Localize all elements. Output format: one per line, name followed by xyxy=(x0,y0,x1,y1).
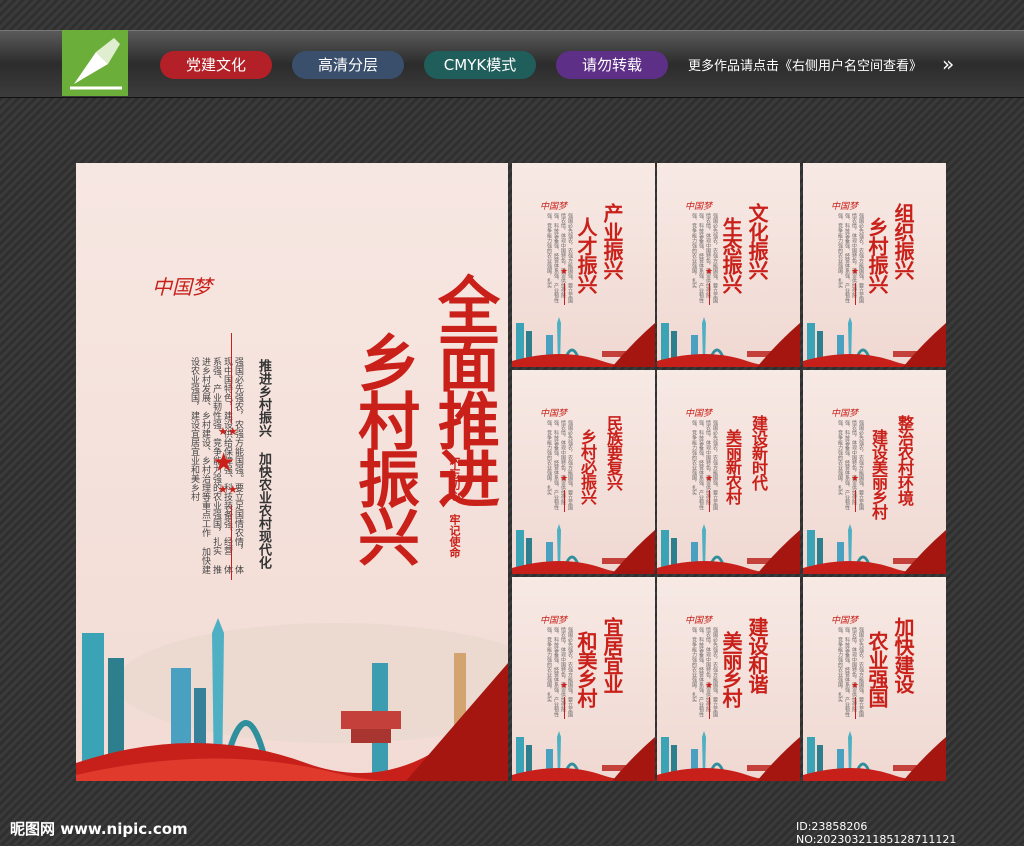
star-icon: ★ xyxy=(851,267,860,277)
divider-line xyxy=(564,490,565,512)
main-title-col2: 乡村振兴 xyxy=(347,331,420,563)
panel-body-text: 强国必先强农，农强方能国强。要立足国情农情，体现中国特色，建设供给保障强、科技装… xyxy=(691,627,719,717)
star-icon: ★ xyxy=(851,474,860,484)
slogan-poster-1: 中国梦 强国必先强农，农强方能国强。要立足国情农情，体现中国特色，建设供给保障强、… xyxy=(512,163,655,367)
panel-title-col1: 产业振兴 xyxy=(600,203,624,279)
panel-body-text: 强国必先强农，农强方能国强。要立足国情农情，体现中国特色，建设供给保障强、科技装… xyxy=(546,213,574,303)
panel-title-col1: 加快建设 xyxy=(891,617,915,693)
panel-title-col2: 乡村必振兴 xyxy=(578,429,597,504)
star-icon: ★ xyxy=(560,267,569,277)
panel-title-col2: 生态振兴 xyxy=(719,217,743,293)
divider-line xyxy=(564,697,565,719)
china-dream-brand: 中国梦 xyxy=(685,202,713,212)
panel-title-col2: 和美乡村 xyxy=(574,631,598,707)
star-icon: ★★ xyxy=(218,425,238,438)
motto: 不忘初心 牢记使命 xyxy=(448,457,461,558)
panel-title-col2: 人才振兴 xyxy=(574,217,598,293)
china-dream-brand: 中国梦 xyxy=(831,202,859,212)
slogan-poster-7: 中国梦 强国必先强农，农强方能国强。要立足国情农情，体现中国特色，建设供给保障强、… xyxy=(512,577,655,781)
china-dream-brand: 中国梦 xyxy=(831,409,859,419)
panel-body-text: 强国必先强农，农强方能国强。要立足国情农情，体现中国特色，建设供给保障强、科技装… xyxy=(837,213,865,303)
panel-title-col1: 建设新时代 xyxy=(749,415,768,490)
tag-hd-layered[interactable]: 高清分层 xyxy=(292,51,404,79)
panel-body-text: 强国必先强农，农强方能国强。要立足国情农情，体现中国特色，建设供给保障强、科技装… xyxy=(837,627,865,717)
tag-party-culture[interactable]: 党建文化 xyxy=(160,51,272,79)
site-watermark: 昵图网 www.nipic.com xyxy=(10,820,188,838)
panel-body-text: 强国必先强农，农强方能国强。要立足国情农情，体现中国特色，建设供给保障强、科技装… xyxy=(546,420,574,510)
star-icon: ★ xyxy=(851,681,860,691)
slogan-poster-6: 中国梦 强国必先强农，农强方能国强。要立足国情农情，体现中国特色，建设供给保障强、… xyxy=(803,370,946,574)
divider-line xyxy=(564,283,565,305)
china-dream-brand: 中国梦 xyxy=(540,202,568,212)
slogan-poster-3: 中国梦 强国必先强农，农强方能国强。要立足国情农情，体现中国特色，建设供给保障强、… xyxy=(803,163,946,367)
tag-cmyk[interactable]: CMYK模式 xyxy=(424,51,536,79)
header-note[interactable]: 更多作品请点击《右侧用户名空间查看》 xyxy=(688,55,922,74)
panel-title-col2: 美丽乡村 xyxy=(719,631,743,707)
slogan-poster-4: 中国梦 强国必先强农，农强方能国强。要立足国情农情，体现中国特色，建设供给保障强、… xyxy=(512,370,655,574)
divider-line xyxy=(709,283,710,305)
china-dream-brand: 中国梦 xyxy=(540,409,568,419)
panel-title-col1: 整治农村环境 xyxy=(895,415,914,505)
divider-line xyxy=(231,333,232,423)
star-icon: ★ xyxy=(705,267,714,277)
star-icon: ★ xyxy=(705,681,714,691)
panel-body-text: 强国必先强农，农强方能国强。要立足国情农情，体现中国特色，建设供给保障强、科技装… xyxy=(691,213,719,303)
main-poster: 中国梦 全面推进 乡村振兴 推进乡村振兴 加快农业农村现代化 强国必先强农，农强… xyxy=(76,163,508,781)
slogan-poster-8: 中国梦 强国必先强农，农强方能国强。要立足国情农情，体现中国特色，建设供给保障强、… xyxy=(657,577,800,781)
panel-title-col2: 美丽新农村 xyxy=(723,429,742,504)
divider-line xyxy=(709,697,710,719)
pen-logo-icon xyxy=(70,38,122,90)
panel-title-col1: 组织振兴 xyxy=(891,203,915,279)
china-dream-brand: 中国梦 xyxy=(540,616,568,626)
panel-title-col1: 建设和谐 xyxy=(745,617,769,693)
china-dream-brand: 中国梦 xyxy=(685,409,713,419)
china-dream-brand: 中国梦 xyxy=(152,275,212,299)
divider-line xyxy=(231,505,232,580)
tag-no-repost[interactable]: 请勿转载 xyxy=(556,51,668,79)
panel-title-col1: 宜居宜业 xyxy=(600,617,624,693)
star-icon: ★ xyxy=(560,474,569,484)
divider-line xyxy=(855,283,856,305)
panel-title-col2: 建设美丽乡村 xyxy=(869,429,888,519)
site-logo[interactable] xyxy=(62,30,128,96)
slogan-poster-9: 中国梦 强国必先强农，农强方能国强。要立足国情农情，体现中国特色，建设供给保障强、… xyxy=(803,577,946,781)
star-icon: ★ xyxy=(560,681,569,691)
star-icon: ★ xyxy=(212,448,236,478)
slogan-poster-2: 中国梦 强国必先强农，农强方能国强。要立足国情农情，体现中国特色，建设供给保障强、… xyxy=(657,163,800,367)
panel-body-text: 强国必先强农，农强方能国强。要立足国情农情，体现中国特色，建设供给保障强、科技装… xyxy=(837,420,865,510)
star-icon: ★★ xyxy=(218,483,238,496)
panel-body-text: 强国必先强农，农强方能国强。要立足国情农情，体现中国特色，建设供给保障强、科技装… xyxy=(546,627,574,717)
panel-body-text: 强国必先强农，农强方能国强。要立足国情农情，体现中国特色，建设供给保障强、科技装… xyxy=(691,420,719,510)
main-title-col1: 全面推进 xyxy=(427,273,500,505)
main-slogan: 推进乡村振兴 加快农业农村现代化 xyxy=(256,359,271,569)
panel-title-col1: 文化振兴 xyxy=(745,203,769,279)
divider-line xyxy=(855,697,856,719)
image-id: ID:23858206 NO:20230321185128711121 xyxy=(796,820,957,846)
divider-line xyxy=(855,490,856,512)
star-icon: ★ xyxy=(705,474,714,484)
panel-title-col2: 乡村振兴 xyxy=(865,217,889,293)
panel-title-col2: 农业强国 xyxy=(865,631,889,707)
double-arrow-icon[interactable]: » xyxy=(942,52,954,76)
divider-line xyxy=(709,490,710,512)
slogan-poster-5: 中国梦 强国必先强农，农强方能国强。要立足国情农情，体现中国特色，建设供给保障强、… xyxy=(657,370,800,574)
panel-title-col1: 民族要复兴 xyxy=(604,415,623,490)
china-dream-brand: 中国梦 xyxy=(685,616,713,626)
china-dream-brand: 中国梦 xyxy=(831,616,859,626)
